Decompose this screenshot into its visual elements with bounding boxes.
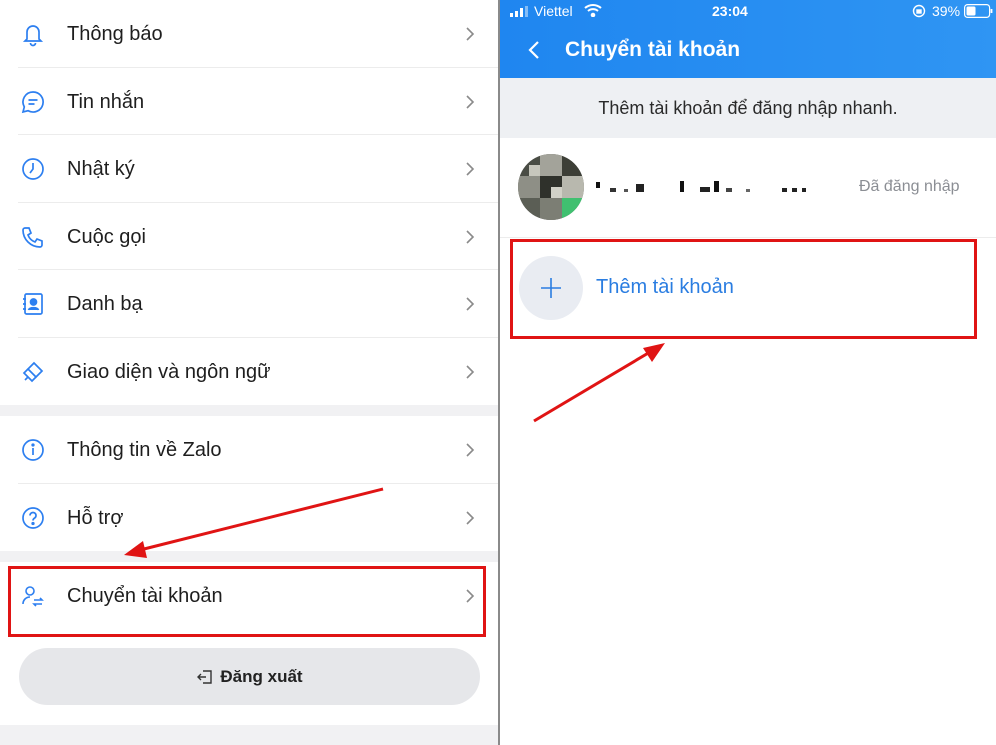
highlight-box-switch-account bbox=[8, 566, 486, 637]
switch-account-screen: Viettel 23:04 39% Chuyển tài khoản Thêm … bbox=[500, 0, 996, 745]
chevron-right-icon bbox=[463, 509, 477, 527]
wifi-icon bbox=[584, 4, 602, 17]
chevron-right-icon bbox=[463, 93, 477, 111]
menu-item-contacts[interactable]: Danh bạ bbox=[0, 270, 498, 338]
menu-item-label: Thông tin về Zalo bbox=[67, 438, 222, 461]
chevron-right-icon bbox=[463, 25, 477, 43]
menu-item-calls[interactable]: Cuộc gọi bbox=[0, 203, 498, 271]
page-title: Chuyển tài khoản bbox=[565, 38, 741, 61]
brush-icon bbox=[20, 359, 46, 385]
menu-item-label: Giao diện và ngôn ngữ bbox=[67, 360, 271, 383]
highlight-box-add-account bbox=[510, 239, 977, 339]
section-gap bbox=[0, 551, 498, 562]
menu-item-messages[interactable]: Tin nhắn bbox=[0, 68, 498, 136]
menu-item-support[interactable]: Hỗ trợ bbox=[0, 484, 498, 552]
contacts-icon bbox=[20, 291, 46, 317]
signal-icon bbox=[510, 6, 528, 17]
rotation-lock-icon bbox=[912, 4, 926, 18]
info-icon bbox=[20, 437, 46, 463]
menu-item-about-zalo[interactable]: Thông tin về Zalo bbox=[0, 416, 498, 484]
chat-icon bbox=[20, 89, 46, 115]
account-name-redacted bbox=[596, 181, 806, 192]
hint-banner: Thêm tài khoản để đăng nhập nhanh. bbox=[500, 78, 996, 138]
back-icon[interactable] bbox=[526, 39, 542, 61]
section-gap bbox=[0, 405, 498, 416]
logout-button[interactable]: Đăng xuất bbox=[19, 648, 480, 705]
menu-item-label: Hỗ trợ bbox=[67, 506, 124, 529]
clock-icon bbox=[20, 156, 46, 182]
menu-item-label: Cuộc gọi bbox=[67, 225, 146, 248]
menu-item-label: Tin nhắn bbox=[67, 90, 145, 113]
bottom-gap bbox=[0, 725, 498, 745]
chevron-right-icon bbox=[463, 295, 477, 313]
menu-item-label: Danh bạ bbox=[67, 292, 143, 315]
menu-item-label: Thông báo bbox=[67, 22, 163, 45]
bell-icon bbox=[20, 21, 46, 47]
account-status: Đã đăng nhập bbox=[859, 178, 960, 195]
logout-label: Đăng xuất bbox=[220, 666, 303, 686]
menu-item-appearance-language[interactable]: Giao diện và ngôn ngữ bbox=[0, 338, 498, 406]
status-time: 23:04 bbox=[712, 3, 748, 19]
phone-icon bbox=[20, 224, 46, 250]
status-bar: Viettel 23:04 39% bbox=[500, 0, 996, 24]
chevron-right-icon bbox=[463, 228, 477, 246]
logout-icon bbox=[197, 669, 213, 684]
chevron-right-icon bbox=[463, 441, 477, 459]
chevron-right-icon bbox=[463, 363, 477, 381]
help-icon bbox=[20, 505, 46, 531]
battery-percent: 39% bbox=[932, 3, 961, 19]
carrier-name: Viettel bbox=[534, 3, 573, 19]
chevron-right-icon bbox=[463, 160, 477, 178]
account-row[interactable]: Đã đăng nhập bbox=[500, 138, 996, 238]
menu-item-notifications[interactable]: Thông báo bbox=[0, 0, 498, 68]
battery-icon bbox=[964, 4, 993, 18]
menu-item-diary[interactable]: Nhật ký bbox=[0, 135, 498, 203]
avatar bbox=[518, 154, 584, 220]
hint-text: Thêm tài khoản để đăng nhập nhanh. bbox=[598, 97, 898, 118]
menu-item-label: Nhật ký bbox=[67, 157, 135, 180]
header-bar: Viettel 23:04 39% Chuyển tài khoản bbox=[500, 0, 996, 78]
